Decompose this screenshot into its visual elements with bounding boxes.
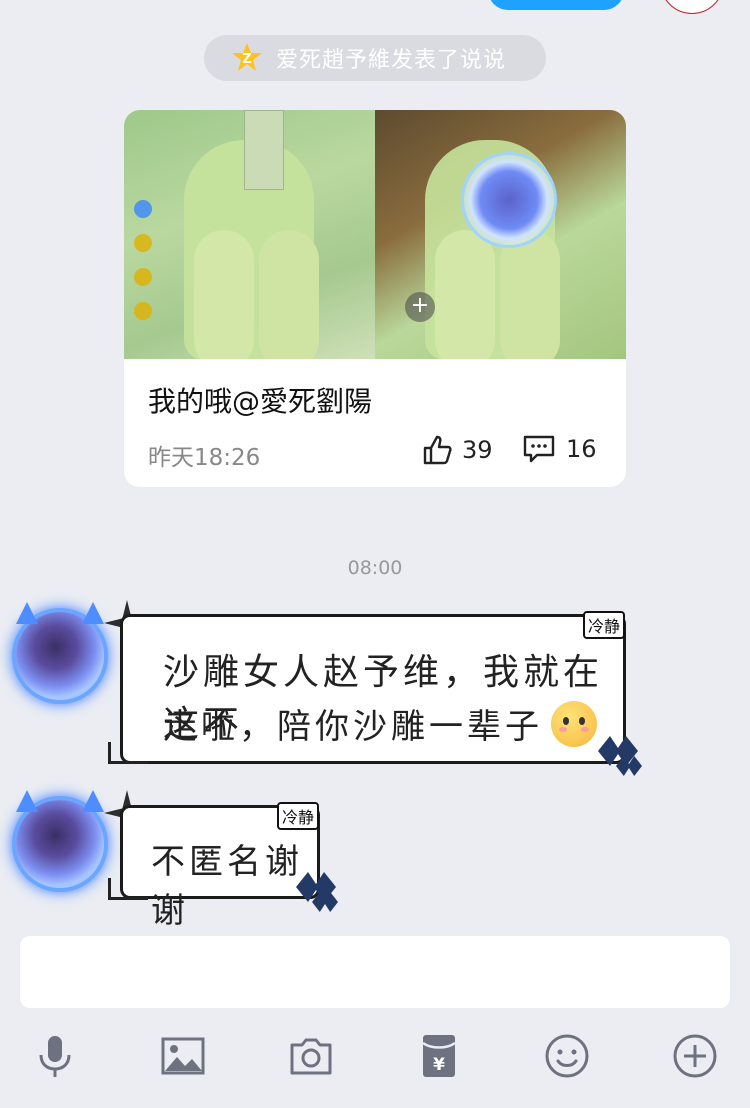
comment-count: 16 [566, 435, 597, 463]
post-photo-2[interactable]: + [375, 110, 626, 359]
camera-button[interactable] [288, 1030, 334, 1082]
like-button[interactable]: 39 [422, 434, 493, 466]
message-text-line2-text: 走啦，陪你沙雕一辈子 [163, 707, 543, 747]
chat-timestamp: 08:00 [347, 557, 403, 579]
live-avatar [461, 152, 557, 248]
post-card[interactable]: + 我的哦@愛死劉陽 昨天18:26 39 16 [124, 110, 626, 487]
chat-toolbar: ¥ [0, 1030, 750, 1090]
photo-plus-icon: + [405, 292, 435, 322]
bubble-tag: 冷静 [276, 802, 319, 830]
logo [660, 0, 724, 14]
svg-text:¥: ¥ [433, 1055, 445, 1075]
message-bubble[interactable]: 冷静 沙雕女人赵予维，我就在这不 走啦，陪你沙雕一辈子 [120, 611, 626, 764]
top-action-button[interactable] [488, 0, 624, 10]
post-caption: 我的哦@愛死劉陽 [148, 385, 373, 418]
image-button[interactable] [160, 1030, 206, 1082]
post-photo-1[interactable] [124, 110, 375, 359]
bubble-corner-decoration [108, 742, 148, 764]
bubble-tag: 冷静 [582, 611, 625, 639]
live-side-icons [134, 200, 156, 320]
image-icon [161, 1037, 205, 1075]
red-packet-icon: ¥ [422, 1035, 456, 1077]
notice-text: 爱死趙予維发表了说说 [276, 48, 507, 73]
plus-icon [673, 1034, 717, 1078]
camera-icon [290, 1038, 332, 1075]
post-notice[interactable]: Z 爱死趙予維发表了说说 [204, 35, 546, 81]
message-text-line2: 走啦，陪你沙雕一辈子 [163, 699, 597, 748]
blush-emoji-icon [551, 700, 597, 747]
emoji-icon [545, 1034, 589, 1078]
qzone-star-icon: Z [232, 43, 262, 71]
emoji-button[interactable] [544, 1030, 590, 1082]
svg-text:Z: Z [242, 52, 251, 67]
red-packet-button[interactable]: ¥ [416, 1030, 462, 1082]
sender-avatar[interactable] [16, 602, 104, 700]
message-text-line1: 不匿名谢谢 [151, 842, 303, 931]
message-input[interactable] [20, 936, 730, 1008]
microphone-icon [39, 1036, 71, 1077]
sender-avatar[interactable] [16, 790, 104, 888]
post-time: 昨天18:26 [148, 445, 261, 471]
comment-button[interactable]: 16 [522, 434, 597, 464]
microphone-button[interactable] [32, 1030, 78, 1082]
bubble-corner-decoration [108, 878, 148, 900]
thumbs-up-icon [423, 435, 452, 465]
comment-icon [523, 435, 555, 463]
more-button[interactable] [672, 1030, 718, 1082]
like-count: 39 [462, 436, 493, 464]
message-bubble[interactable]: 冷静 不匿名谢谢 [120, 802, 320, 931]
post-photos: + [124, 110, 626, 359]
